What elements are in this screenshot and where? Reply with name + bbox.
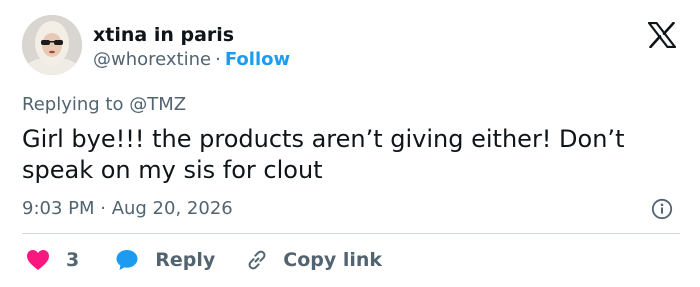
speech-bubble-icon	[116, 250, 138, 270]
copy-link-label: Copy link	[283, 249, 383, 271]
tweet-timestamp[interactable]: 9:03 PM · Aug 20, 2026	[22, 198, 233, 219]
reply-context: Replying to @TMZ	[22, 94, 186, 115]
x-logo-icon[interactable]	[648, 22, 676, 48]
follow-button[interactable]: Follow	[225, 49, 290, 70]
avatar[interactable]	[22, 15, 82, 75]
like-button[interactable]: 3	[26, 249, 79, 271]
like-count: 3	[66, 249, 80, 271]
divider	[22, 233, 680, 234]
copy-link-button[interactable]: Copy link	[245, 248, 382, 272]
author-handle-row: @whorextine · Follow	[93, 49, 290, 70]
tweet-text: Girl bye!!! the products aren’t giving e…	[22, 125, 625, 184]
reply-label: Reply	[155, 249, 216, 271]
link-icon	[248, 250, 266, 270]
separator-dot: ·	[215, 49, 221, 70]
heart-icon	[27, 250, 49, 270]
info-icon[interactable]	[651, 198, 673, 220]
author-display-name[interactable]: xtina in paris	[93, 24, 234, 46]
reply-mention-link[interactable]: @TMZ	[129, 94, 186, 115]
reply-button[interactable]: Reply	[115, 248, 215, 272]
reply-context-prefix: Replying to	[22, 94, 124, 115]
action-bar: 3 Reply Copy link	[26, 247, 382, 273]
avatar-image	[22, 15, 82, 75]
author-handle[interactable]: @whorextine	[93, 49, 211, 70]
